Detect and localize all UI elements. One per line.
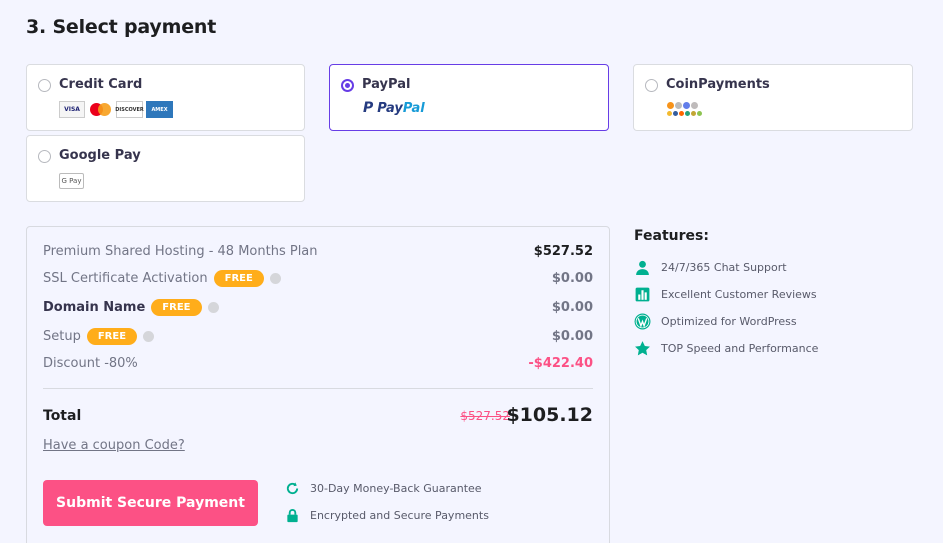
payment-option-credit-card[interactable]: Credit Card VISA DISCOVER AMEX bbox=[26, 64, 305, 131]
payment-option-coinpayments[interactable]: CoinPayments bbox=[633, 64, 913, 131]
amex-icon: AMEX bbox=[146, 101, 173, 118]
total-price: $105.12 bbox=[506, 404, 593, 426]
user-icon bbox=[636, 260, 649, 275]
info-icon[interactable] bbox=[143, 330, 155, 342]
crypto-coins-icon bbox=[667, 100, 705, 120]
order-summary: Premium Shared Hosting - 48 Months Plan … bbox=[26, 226, 610, 543]
features-title: Features: bbox=[634, 228, 709, 244]
card-logos: VISA DISCOVER AMEX bbox=[59, 101, 173, 118]
free-badge: FREE bbox=[151, 298, 202, 316]
visa-icon: VISA bbox=[59, 101, 85, 118]
summary-row: Setup FREE $0.00 bbox=[43, 325, 593, 347]
coinpayments-radio[interactable] bbox=[645, 79, 658, 92]
total-label: Total bbox=[43, 408, 82, 424]
discount-price: -$422.40 bbox=[528, 355, 593, 371]
refresh-icon bbox=[286, 482, 299, 495]
google-pay-icon: G Pay bbox=[59, 173, 84, 189]
summary-row: Premium Shared Hosting - 48 Months Plan … bbox=[43, 240, 593, 262]
item-label: Domain Name bbox=[43, 299, 146, 315]
summary-row: Discount -80% -$422.40 bbox=[43, 352, 593, 374]
paypal-logo-icon: P PayPal bbox=[363, 100, 425, 116]
feature-item: 24/7/365 Chat Support bbox=[634, 254, 818, 281]
star-icon bbox=[635, 341, 650, 356]
item-price: $0.00 bbox=[551, 328, 593, 344]
payment-option-label: PayPal bbox=[362, 77, 411, 92]
payment-option-label: Google Pay bbox=[59, 148, 141, 163]
payment-option-google-pay[interactable]: Google Pay G Pay bbox=[26, 135, 305, 202]
free-badge: FREE bbox=[213, 269, 264, 287]
feature-item: Excellent Customer Reviews bbox=[634, 281, 818, 308]
item-price: $0.00 bbox=[551, 270, 593, 286]
features-panel: Features: 24/7/365 Chat Support Excellen… bbox=[634, 228, 818, 362]
coupon-link[interactable]: Have a coupon Code? bbox=[43, 438, 185, 453]
secure-payments: Encrypted and Secure Payments bbox=[285, 508, 489, 523]
item-label: Premium Shared Hosting - 48 Months Plan bbox=[43, 243, 318, 259]
mastercard-icon bbox=[88, 101, 113, 118]
page-title: 3. Select payment bbox=[26, 16, 217, 38]
wordpress-icon bbox=[634, 313, 651, 330]
divider bbox=[43, 388, 593, 389]
feature-item: TOP Speed and Performance bbox=[634, 335, 818, 362]
old-price: $527.52 bbox=[460, 409, 510, 423]
summary-row: SSL Certificate Activation FREE $0.00 bbox=[43, 267, 593, 289]
info-icon[interactable] bbox=[269, 272, 281, 284]
item-price: $527.52 bbox=[533, 243, 593, 259]
item-price: $0.00 bbox=[551, 299, 593, 315]
item-label: Setup bbox=[43, 328, 81, 344]
submit-payment-button[interactable]: Submit Secure Payment bbox=[43, 480, 258, 526]
payment-option-paypal[interactable]: PayPal P PayPal bbox=[329, 64, 609, 131]
payment-option-label: CoinPayments bbox=[666, 77, 770, 92]
money-back-guarantee: 30-Day Money-Back Guarantee bbox=[285, 481, 482, 496]
discover-icon: DISCOVER bbox=[115, 101, 144, 118]
item-label: SSL Certificate Activation bbox=[43, 270, 208, 286]
summary-row: Domain Name FREE $0.00 bbox=[43, 296, 593, 318]
info-icon[interactable] bbox=[207, 301, 219, 313]
paypal-radio[interactable] bbox=[341, 79, 354, 92]
payment-option-label: Credit Card bbox=[59, 77, 143, 92]
feature-item: Optimized for WordPress bbox=[634, 308, 818, 335]
chart-icon bbox=[635, 287, 650, 302]
lock-icon bbox=[287, 509, 298, 523]
item-label: Discount -80% bbox=[43, 355, 138, 371]
google-pay-radio[interactable] bbox=[38, 150, 51, 163]
free-badge: FREE bbox=[86, 327, 138, 345]
credit-card-radio[interactable] bbox=[38, 79, 51, 92]
